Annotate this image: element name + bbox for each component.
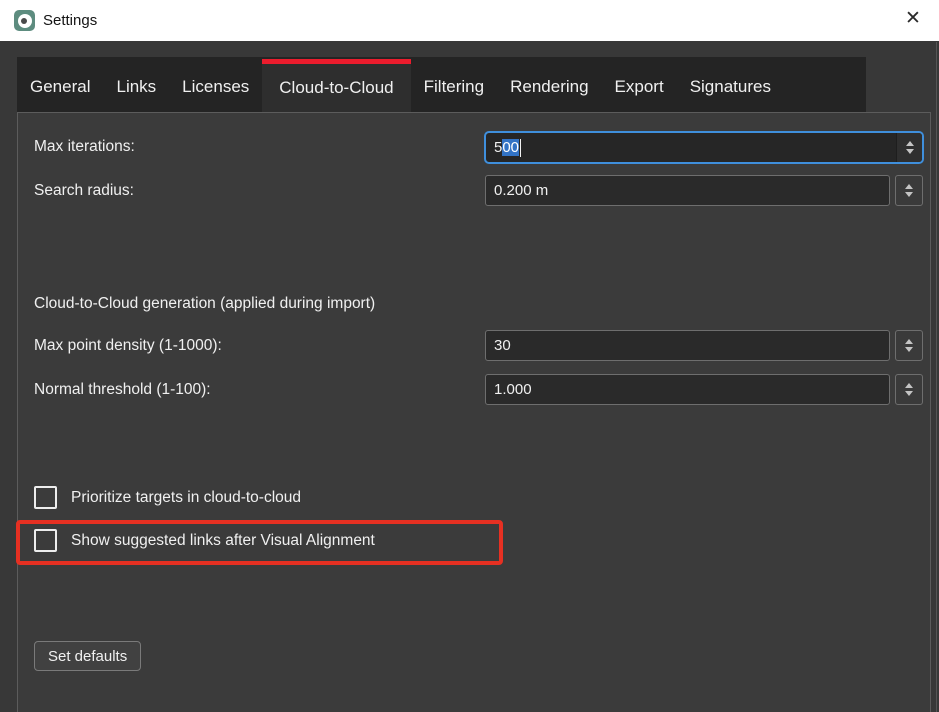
tab-signatures[interactable]: Signatures <box>677 57 784 112</box>
cloud-to-cloud-panel: Max iterations: 500 Search radius: Cloud… <box>17 112 931 712</box>
max-iterations-stepper[interactable] <box>896 133 922 162</box>
tab-rendering[interactable]: Rendering <box>497 57 601 112</box>
spin-down-icon[interactable] <box>905 391 913 396</box>
spin-down-icon[interactable] <box>906 149 914 154</box>
max-point-density-spinbox <box>485 330 923 361</box>
generation-section-header: Cloud-to-Cloud generation (applied durin… <box>34 295 375 313</box>
search-radius-stepper[interactable] <box>895 175 923 206</box>
normal-threshold-stepper[interactable] <box>895 374 923 405</box>
value-selected: 00 <box>502 139 519 156</box>
max-iterations-value[interactable]: 500 <box>486 133 896 162</box>
tab-export[interactable]: Export <box>602 57 677 112</box>
normal-threshold-label: Normal threshold (1-100): <box>34 381 211 399</box>
window-title: Settings <box>43 12 97 29</box>
normal-threshold-spinbox <box>485 374 923 405</box>
tab-links[interactable]: Links <box>103 57 169 112</box>
normal-threshold-input[interactable] <box>485 374 890 405</box>
spin-down-icon[interactable] <box>905 192 913 197</box>
show-suggested-links-checkbox[interactable] <box>34 529 57 552</box>
spin-down-icon[interactable] <box>905 347 913 352</box>
title-bar: Settings ✕ <box>0 0 939 41</box>
search-radius-label: Search radius: <box>34 182 134 200</box>
max-point-density-stepper[interactable] <box>895 330 923 361</box>
window-right-edge <box>936 42 937 712</box>
spin-up-icon[interactable] <box>905 184 913 189</box>
close-icon[interactable]: ✕ <box>893 0 933 36</box>
prioritize-targets-label: Prioritize targets in cloud-to-cloud <box>71 489 301 507</box>
search-radius-input[interactable] <box>485 175 890 206</box>
spin-up-icon[interactable] <box>905 383 913 388</box>
settings-tab-bar: General Links Licenses Cloud-to-Cloud Fi… <box>17 57 866 112</box>
tab-general[interactable]: General <box>17 57 103 112</box>
show-suggested-links-row[interactable]: Show suggested links after Visual Alignm… <box>34 529 375 552</box>
app-logo-icon <box>14 10 35 31</box>
max-point-density-input[interactable] <box>485 330 890 361</box>
max-point-density-label: Max point density (1-1000): <box>34 337 222 355</box>
prioritize-targets-checkbox[interactable] <box>34 486 57 509</box>
set-defaults-button[interactable]: Set defaults <box>34 641 141 671</box>
max-iterations-label: Max iterations: <box>34 138 135 156</box>
show-suggested-links-label: Show suggested links after Visual Alignm… <box>71 532 375 550</box>
text-caret <box>520 139 522 157</box>
search-radius-spinbox <box>485 175 923 206</box>
prioritize-targets-row[interactable]: Prioritize targets in cloud-to-cloud <box>34 486 301 509</box>
max-iterations-input[interactable]: 500 <box>484 131 924 164</box>
tab-licenses[interactable]: Licenses <box>169 57 262 112</box>
spin-up-icon[interactable] <box>906 141 914 146</box>
spin-up-icon[interactable] <box>905 339 913 344</box>
value-unselected: 5 <box>494 139 502 156</box>
tab-filtering[interactable]: Filtering <box>411 57 497 112</box>
tab-cloud-to-cloud[interactable]: Cloud-to-Cloud <box>262 59 410 112</box>
